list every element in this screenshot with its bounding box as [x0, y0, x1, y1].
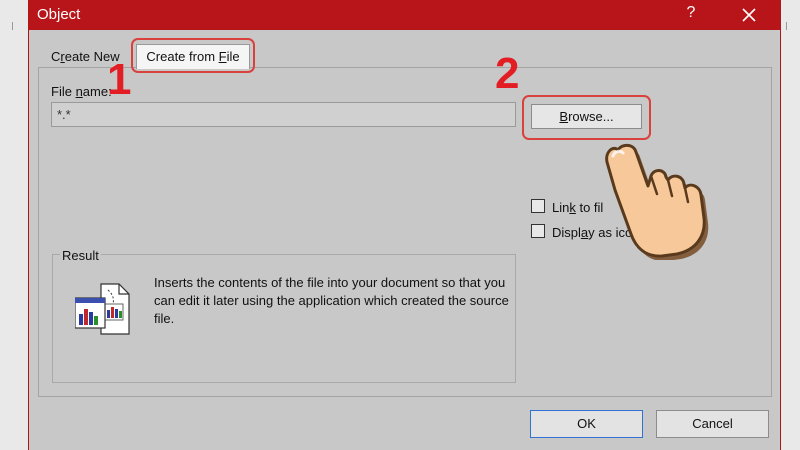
background-document-right	[781, 0, 800, 450]
background-document-left	[0, 0, 28, 450]
tab-label-part: Create from	[146, 49, 219, 64]
label-part: ame:	[82, 84, 112, 99]
label-part: to fil	[575, 200, 604, 215]
tab-label-accesskey: F	[218, 49, 227, 64]
label-accesskey: n	[75, 84, 83, 99]
tab-label-part: C	[51, 49, 61, 64]
file-name-label: File name:	[51, 84, 112, 99]
close-icon	[742, 8, 756, 22]
result-description: Inserts the contents of the file into yo…	[154, 275, 509, 326]
file-name-input[interactable]	[51, 102, 516, 127]
object-dialog: Object ? Create New Create from File 1 2…	[28, 0, 781, 450]
button-accesskey: B	[559, 109, 569, 124]
title-bar: Object ?	[29, 0, 780, 30]
label-part: y as ico	[588, 225, 633, 240]
display-as-icon-checkbox[interactable]	[531, 224, 545, 238]
step-marker-2: 2	[495, 49, 520, 98]
label-part: File	[51, 84, 76, 99]
browse-button[interactable]: Browse...	[531, 104, 642, 129]
link-to-file-label[interactable]: Link to fil	[552, 200, 603, 215]
ok-button[interactable]: OK	[530, 410, 643, 438]
label-part: Displ	[552, 225, 581, 240]
display-as-icon-label[interactable]: Display as ico	[552, 225, 632, 240]
label-part: Lin	[552, 200, 570, 215]
tab-create-from-file[interactable]: Create from File	[136, 44, 250, 69]
tab-label-part: ile	[226, 49, 240, 64]
button-label-part: rowse...	[568, 109, 614, 124]
cancel-button[interactable]: Cancel	[656, 410, 769, 438]
background-mark	[12, 22, 13, 30]
background-mark	[786, 22, 787, 30]
dialog-title: Object	[37, 6, 81, 23]
close-button[interactable]	[729, 2, 769, 28]
result-legend: Result	[60, 248, 101, 263]
object-embed-icon	[75, 283, 130, 335]
help-button[interactable]: ?	[681, 4, 701, 26]
link-to-file-checkbox[interactable]	[531, 199, 545, 213]
